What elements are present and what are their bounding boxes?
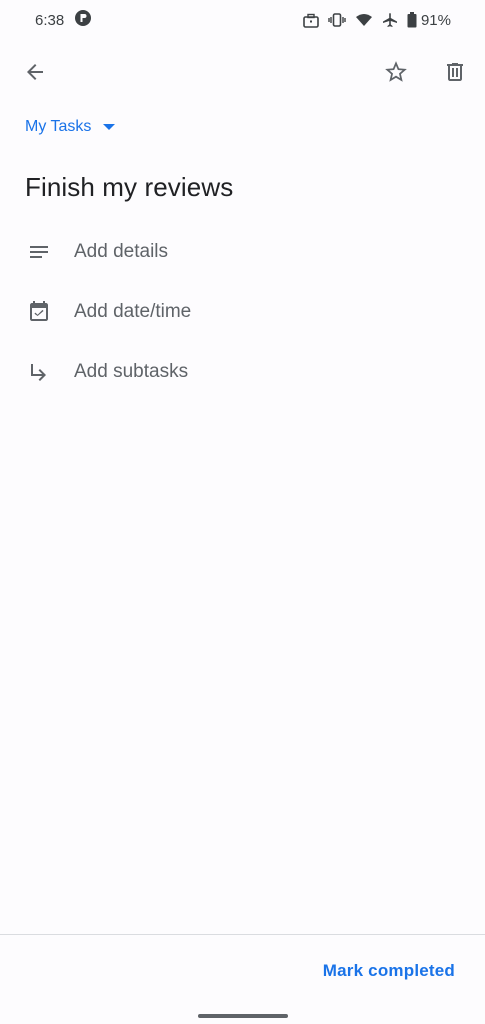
star-button[interactable] [374,50,418,94]
add-subtasks-label: Add subtasks [74,361,189,382]
add-details-label: Add details [74,241,169,262]
task-detail-screen: 6:38 91% My Tasks Finish my reviews Add … [0,0,485,1024]
add-date-time-row[interactable]: Add date/time [0,290,485,334]
add-details-row[interactable]: Add details [0,230,485,274]
star-icon [385,61,407,82]
subtask-arrow-icon [25,358,53,386]
add-date-time-label: Add date/time [74,301,192,322]
dropdown-caret-icon [103,124,116,130]
airplane-icon [382,12,398,28]
list-name: My Tasks [25,118,92,135]
briefcase-icon [303,13,319,28]
task-title[interactable]: Finish my reviews [25,172,233,203]
mark-completed-button[interactable]: Mark completed [323,961,455,981]
status-left: 6:38 [35,9,92,31]
notes-icon [25,238,53,266]
list-selector-dropdown[interactable]: My Tasks [25,118,116,136]
back-arrow-icon [27,64,43,80]
bottom-divider [0,934,485,935]
status-time: 6:38 [35,11,65,29]
gesture-nav-handle[interactable] [198,1014,288,1018]
wifi-icon [355,13,373,27]
top-app-bar [0,46,485,98]
media-icon [74,9,92,31]
calendar-check-icon [25,298,53,326]
battery-icon [407,12,417,28]
add-subtasks-row[interactable]: Add subtasks [0,350,485,394]
delete-button[interactable] [433,50,477,94]
battery-percent: 91% [420,11,451,29]
back-button[interactable] [13,50,57,94]
status-right: 91% [303,12,451,29]
vibrate-icon [328,13,346,27]
delete-icon [447,63,463,81]
status-bar: 6:38 91% [0,0,485,40]
